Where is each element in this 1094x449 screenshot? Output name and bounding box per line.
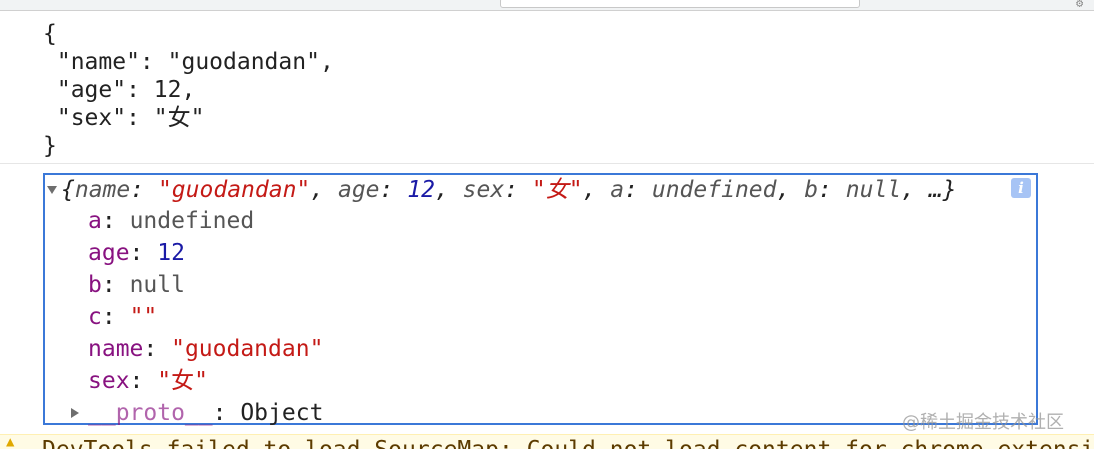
expanded-object-entry: {name: "guodandan", age: 12, sex: "女", a… — [43, 173, 1038, 428]
warning-icon: ▲ — [6, 434, 15, 449]
info-icon[interactable]: i — [1011, 178, 1031, 198]
console-filter-input[interactable] — [500, 0, 860, 8]
settings-gear-icon[interactable]: ⚙ — [1076, 0, 1083, 10]
property-row: sex: "女" — [88, 368, 208, 394]
console-toolbar: ⚙ — [0, 0, 1094, 11]
property-row: age: 12 — [88, 240, 185, 266]
json-line: } — [43, 133, 57, 159]
object-summary[interactable]: {name: "guodandan", age: 12, sex: "女", a… — [61, 175, 957, 205]
warning-message: ▲ DevTools failed to load SourceMap: Cou… — [0, 434, 1094, 449]
expand-triangle-icon[interactable] — [71, 408, 79, 418]
property-row: a: undefined — [88, 208, 255, 234]
json-log-entry: { "name": "guodandan", "age": 12, "sex":… — [0, 11, 1094, 164]
json-line: { — [43, 21, 57, 47]
watermark: @稀土掘金技术社区 — [902, 412, 1064, 433]
json-line: "age": 12, — [43, 77, 196, 103]
property-row: c: "" — [88, 304, 158, 330]
proto-row[interactable]: __proto__: Object — [88, 398, 323, 428]
property-row: name: "guodandan" — [88, 336, 324, 362]
json-line: "name": "guodandan", — [43, 49, 334, 75]
collapse-triangle-icon[interactable] — [47, 186, 57, 194]
warning-text: DevTools failed to load SourceMap: Could… — [42, 437, 1094, 449]
property-row: b: null — [88, 272, 185, 298]
json-line: "sex": "女" — [43, 105, 205, 131]
